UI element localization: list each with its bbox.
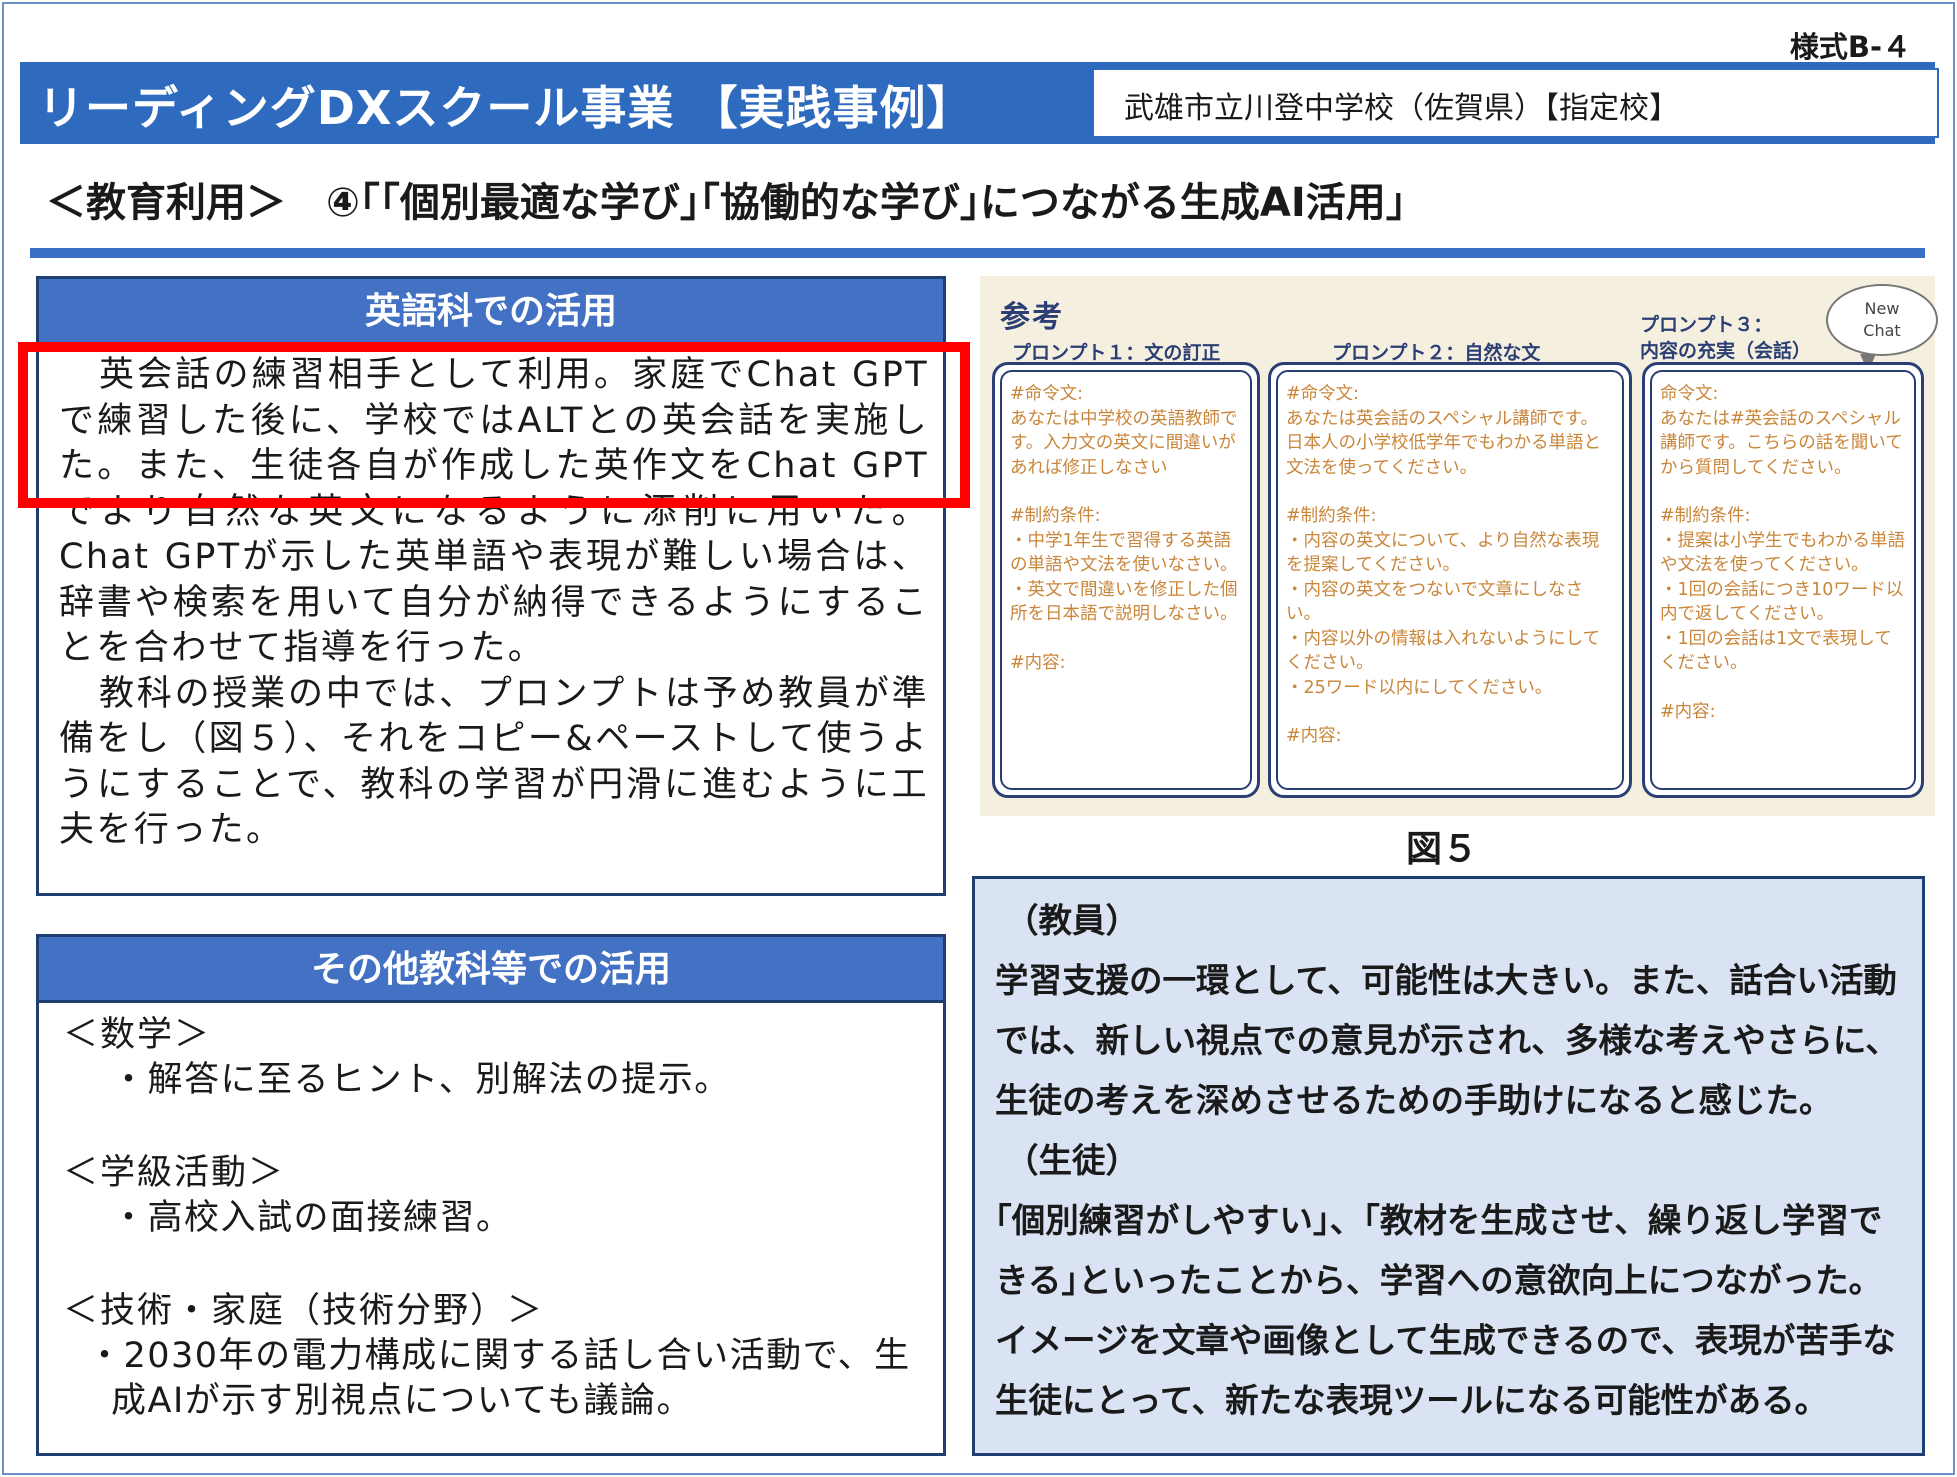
prompt-card-2: #命令文: あなたは英会話のスペシャル講師です。日本人の小学校低学年でもわかる単語… bbox=[1268, 362, 1632, 798]
prompt-line: #制約条件: bbox=[1660, 506, 1751, 526]
prompt-3-label-line1: プロンプト３： bbox=[1640, 314, 1773, 336]
prompt-line: #内容: bbox=[1286, 726, 1342, 746]
student-label: （生徒） bbox=[1005, 1141, 1139, 1180]
comments-box: （教員） 学習支援の一環として、可能性は大きい。また、話合い活動では、新しい視点… bbox=[972, 876, 1925, 1456]
figure-5: 参考 プロンプト１：文の訂正 プロンプト２：自然な文 プロンプト３： 内容の充実… bbox=[980, 276, 1938, 816]
prompt-2-label: プロンプト２：自然な文 bbox=[1332, 342, 1541, 364]
prompt-line: #命令文: bbox=[1286, 384, 1360, 404]
prompt-3-label-line2: 内容の充実（会話） bbox=[1640, 340, 1812, 362]
section-heading-tech: ＜技術・家庭（技術分野）＞ bbox=[63, 1291, 545, 1331]
prompt-line: #内容: bbox=[1660, 701, 1716, 722]
prompt-line bbox=[1660, 676, 1906, 700]
prompt-line bbox=[1010, 627, 1242, 651]
prompt-line: あなたは英会話のスペシャル講師です。日本人の小学校低学年でもわかる単語と文法を使… bbox=[1286, 408, 1601, 478]
prompt-line: ・1回の会話は1文で表現してください。 bbox=[1660, 628, 1892, 674]
prompt-line: ・提案は小学生でもわかる単語や文法を使ってください。 bbox=[1660, 530, 1905, 576]
prompt-line: ・内容の英文について、より自然な表現を提案してください。 bbox=[1286, 530, 1600, 576]
prompt-line: #命令文: bbox=[1010, 384, 1084, 404]
prompt-card-1: #命令文: あなたは中学校の英語教師です。入力文の英文に間違いがあれば修正しなさい… bbox=[992, 362, 1260, 798]
figure-caption: 図５ bbox=[1406, 829, 1479, 870]
school-box: 武雄市立川登中学校（佐賀県）【指定校】 bbox=[1092, 68, 1939, 138]
teacher-label: （教員） bbox=[1005, 901, 1139, 940]
prompt-line: ・内容以外の情報は入れないようにしてください。 bbox=[1286, 628, 1601, 674]
bubble-line: New bbox=[1864, 299, 1900, 318]
prompt-1-label: プロンプト１：文の訂正 bbox=[1012, 342, 1221, 364]
section-heading-class: ＜学級活動＞ bbox=[63, 1153, 286, 1193]
prompt-line: #内容: bbox=[1010, 652, 1066, 673]
prompt-card-1-text: #命令文: あなたは中学校の英語教師です。入力文の英文に間違いがあれば修正しなさい… bbox=[1000, 370, 1252, 790]
teacher-comment: 学習支援の一環として、可能性は大きい。また、話合い活動では、新しい視点での意見が… bbox=[995, 961, 1899, 1120]
prompt-card-2-text: #命令文: あなたは英会話のスペシャル講師です。日本人の小学校低学年でもわかる単語… bbox=[1276, 370, 1624, 790]
form-id: 様式B-４ bbox=[1789, 30, 1911, 64]
section-item: ・解答に至るヒント、別解法の提示。 bbox=[111, 1060, 731, 1100]
school-name: 武雄市立川登中学校（佐賀県）【指定校】 bbox=[1124, 91, 1679, 126]
page-title: リーディングDXスクール事業 【実践事例】 bbox=[38, 81, 974, 135]
prompt-line: #制約条件: bbox=[1286, 506, 1377, 526]
section-heading-math: ＜数学＞ bbox=[63, 1015, 212, 1055]
section-item: ・2030年の電力構成に関する話し合い活動で、生成AIが示す別視点についても議論… bbox=[87, 1336, 911, 1421]
prompt-line: ・内容の英文をつないで文章にしなさい。 bbox=[1286, 579, 1583, 625]
student-comment: ｢個別練習がしやすい｣、｢教材を生成させ、繰り返し学習できる｣といったことから、… bbox=[995, 1201, 1896, 1420]
prompt-line: ・25ワード以内にしてください。 bbox=[1286, 677, 1553, 698]
section-item: ・高校入試の面接練習。 bbox=[111, 1198, 513, 1238]
other-panel-heading: その他教科等での活用 bbox=[39, 937, 943, 1003]
prompt-line bbox=[1286, 700, 1614, 724]
prompt-line: 命令文: bbox=[1660, 384, 1719, 404]
prompt-line: ・中学1年生で習得する英語の単語や文法を使いなさい。 bbox=[1010, 530, 1238, 576]
figure-reference-label: 参考 bbox=[1000, 300, 1064, 335]
prompt-line bbox=[1010, 480, 1242, 504]
prompt-line: あなたは#英会話のスペシャル講師です。こちらの話を聞いてから質問してください。 bbox=[1660, 408, 1903, 478]
other-subjects-panel: その他教科等での活用 ＜数学＞ ・解答に至るヒント、別解法の提示。 ＜学級活動＞… bbox=[36, 934, 946, 1456]
prompt-line: #制約条件: bbox=[1010, 506, 1101, 526]
prompt-line bbox=[1660, 480, 1906, 504]
new-chat-bubble: New Chat bbox=[1826, 284, 1938, 356]
subtitle: ＜教育利用＞ ④｢｢個別最適な学び｣｢協働的な学び｣につながる生成AI活用｣ bbox=[46, 180, 1406, 226]
english-panel-heading: 英語科での活用 bbox=[39, 279, 943, 345]
divider bbox=[30, 248, 1925, 258]
english-paragraph: 教科の授業の中では、プロンプトは予め教員が準備をし（図５）、それをコピー&ペース… bbox=[59, 673, 929, 851]
prompt-line: ・1回の会話につき10ワード以内で返してください。 bbox=[1660, 579, 1904, 625]
title-bar: リーディングDXスクール事業 【実践事例】 武雄市立川登中学校（佐賀県）【指定校… bbox=[20, 62, 1939, 144]
prompt-line: ・英文で間違いを修正した個所を日本語で説明しなさい。 bbox=[1010, 579, 1238, 625]
bubble-line: Chat bbox=[1863, 321, 1901, 340]
prompt-card-3: 命令文: あなたは#英会話のスペシャル講師です。こちらの話を聞いてから質問してくだ… bbox=[1642, 362, 1924, 798]
prompt-line bbox=[1286, 480, 1614, 504]
highlight-box bbox=[18, 342, 970, 508]
prompt-card-3-text: 命令文: あなたは#英会話のスペシャル講師です。こちらの話を聞いてから質問してくだ… bbox=[1650, 370, 1916, 790]
prompt-line: あなたは中学校の英語教師です。入力文の英文に間違いがあれば修正しなさい bbox=[1010, 408, 1238, 478]
other-panel-body: ＜数学＞ ・解答に至るヒント、別解法の提示。 ＜学級活動＞ ・高校入試の面接練習… bbox=[39, 1003, 943, 1424]
